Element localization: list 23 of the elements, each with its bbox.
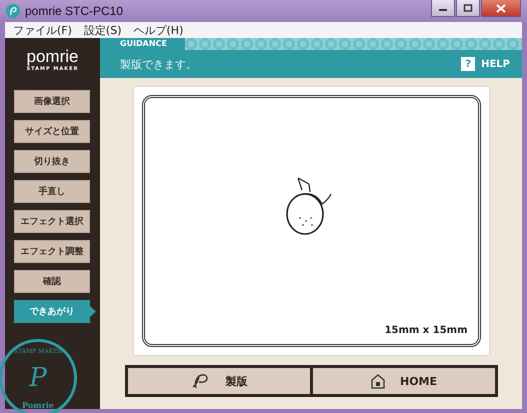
menu-item[interactable]: ヘルプ(H) [134, 22, 184, 38]
step-button[interactable]: エフェクト選択 [14, 210, 90, 233]
close-icon [496, 4, 506, 12]
make-stamp-button[interactable]: 製版 [128, 368, 310, 394]
step-button[interactable]: サイズと位置 [14, 120, 90, 143]
close-button[interactable] [481, 0, 521, 17]
logo-text: pomrie [26, 48, 78, 66]
menu-item[interactable]: ファイル(F) [13, 22, 72, 38]
step-button[interactable]: エフェクト調整 [14, 240, 90, 263]
stamp-size-label: 15mm x 15mm [384, 325, 468, 336]
window-title: pomrie STC-PC10 [25, 4, 124, 18]
menu-item[interactable]: 設定(S) [84, 22, 122, 38]
house-icon [370, 373, 386, 389]
maximize-icon [463, 4, 473, 12]
minimize-button[interactable] [431, 0, 455, 17]
step-button[interactable]: 手直し [14, 180, 90, 203]
step-button[interactable]: 切り抜き [14, 150, 90, 173]
guidance-message: 製版できます。 [120, 56, 197, 72]
step-button[interactable]: 画像選択 [14, 90, 90, 113]
app-icon [6, 4, 20, 18]
home-button[interactable]: HOME [312, 368, 494, 394]
step-button[interactable]: 確認 [14, 270, 90, 293]
maximize-button[interactable] [456, 0, 480, 17]
